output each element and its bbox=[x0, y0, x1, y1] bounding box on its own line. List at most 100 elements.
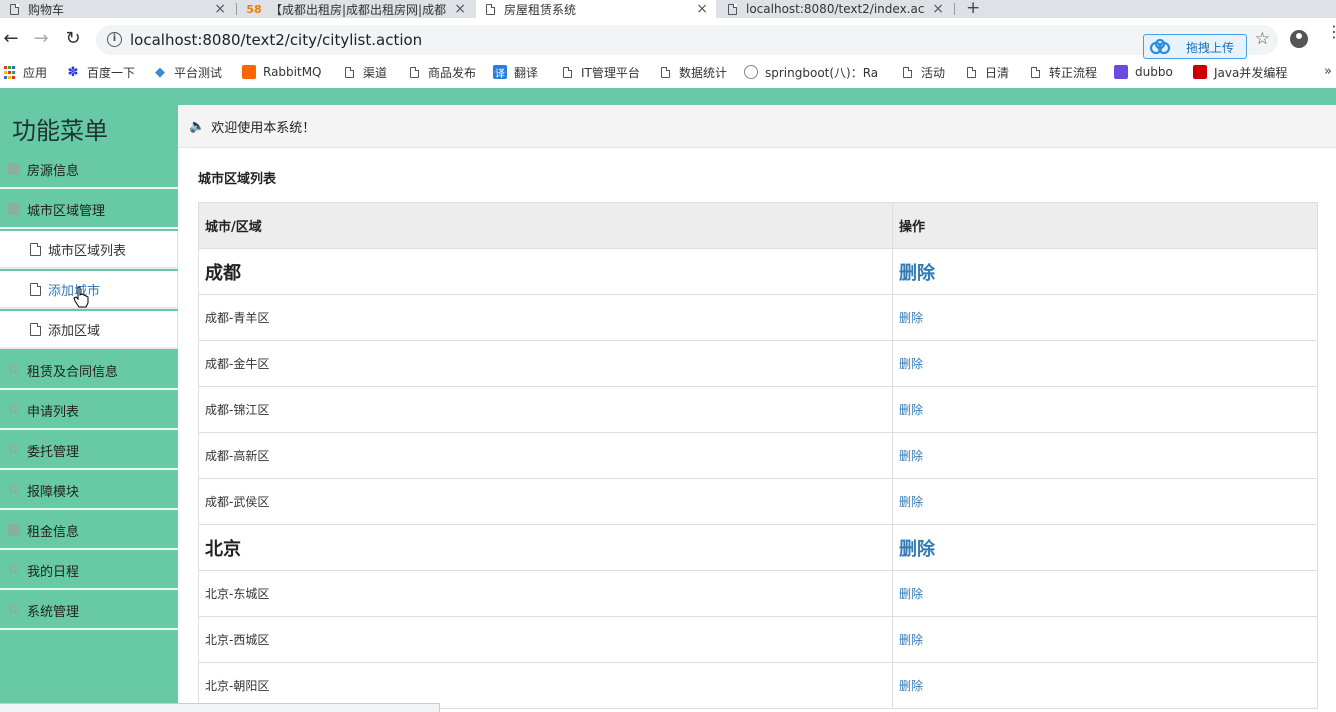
page-icon bbox=[407, 65, 421, 79]
bookmark-label: Java并发编程 bbox=[1214, 65, 1288, 80]
address-bar[interactable]: i localhost:8080/text2/city/citylist.act… bbox=[96, 25, 1278, 55]
delete-link[interactable]: 删除 bbox=[899, 357, 923, 371]
delete-link[interactable]: 删除 bbox=[899, 633, 923, 647]
delete-link[interactable]: 删除 bbox=[899, 587, 923, 601]
tab-rental-system[interactable]: 房屋租赁系统 × bbox=[476, 0, 716, 18]
page-icon bbox=[726, 3, 738, 15]
sidebar-subitem-add-area[interactable]: 添加区域 bbox=[0, 311, 178, 349]
star-icon[interactable]: ☆ bbox=[1255, 29, 1270, 49]
bookmark-label: 商品发布 bbox=[428, 65, 477, 80]
status-bar bbox=[0, 703, 440, 712]
bookmark-statistics[interactable]: 数据统计 bbox=[658, 64, 727, 80]
sidebar-subitem-add-city[interactable]: 添加城市 bbox=[0, 271, 178, 309]
bookmark-regularization[interactable]: 转正流程 bbox=[1028, 64, 1097, 80]
drag-upload-button[interactable]: 拖拽上传 bbox=[1143, 34, 1247, 59]
area-name-cell: 成都-高新区 bbox=[198, 432, 893, 479]
csdn-icon bbox=[1193, 65, 1207, 79]
table-row: 成都-金牛区 删除 bbox=[198, 340, 1318, 387]
tab-localhost-index[interactable]: localhost:8080/text2/index.act × bbox=[718, 0, 952, 18]
action-cell: 删除 bbox=[892, 340, 1318, 387]
sidebar-subitem-label: 城市区域列表 bbox=[48, 243, 127, 259]
sidebar-item-label: 委托管理 bbox=[27, 444, 80, 460]
sidebar-item-lease-contract[interactable]: ✿ 租赁及合同信息 bbox=[0, 352, 178, 390]
table-row: 北京-朝阳区 删除 bbox=[198, 662, 1318, 709]
forward-arrow-icon[interactable]: → bbox=[30, 28, 52, 50]
delete-link[interactable]: 删除 bbox=[899, 495, 923, 509]
page-icon bbox=[1028, 65, 1042, 79]
upload-label: 拖拽上传 bbox=[1186, 41, 1235, 55]
kebab-menu-icon[interactable]: ⋮ bbox=[1326, 24, 1336, 40]
browser-toolbar: ← → ↻ i localhost:8080/text2/city/cityli… bbox=[0, 18, 1336, 62]
baidu-paw-icon: ✽ bbox=[67, 64, 79, 80]
new-tab-button[interactable]: + bbox=[966, 0, 980, 17]
bookmark-platform-test[interactable]: ◆ 平台测试 bbox=[153, 64, 222, 80]
delete-link[interactable]: 删除 bbox=[899, 539, 935, 560]
page-icon bbox=[560, 65, 574, 79]
bookmarks-overflow-icon[interactable]: » bbox=[1324, 64, 1332, 79]
sidebar-item-label: 租赁及合同信息 bbox=[27, 364, 119, 380]
bookmark-label: 数据统计 bbox=[679, 65, 728, 80]
action-cell: 删除 bbox=[892, 524, 1318, 571]
sidebar: 功能菜单 房源信息 城市区域管理 城市区域列表 添加城市 添加区域 ✿ 租赁及合… bbox=[0, 105, 178, 712]
bookmark-label: dubbo bbox=[1135, 65, 1173, 79]
area-name-cell: 成都-武侯区 bbox=[198, 478, 893, 525]
table-header-row: 城市/区域 操作 bbox=[198, 202, 1318, 249]
gear-icon: ✿ bbox=[8, 482, 19, 497]
delete-link[interactable]: 删除 bbox=[899, 263, 935, 284]
bookmark-label: 活动 bbox=[921, 65, 946, 80]
close-icon[interactable]: × bbox=[932, 1, 944, 17]
sidebar-item-label: 我的日程 bbox=[27, 564, 80, 580]
bookmark-activity[interactable]: 活动 bbox=[900, 64, 945, 80]
bookmark-translate[interactable]: 译 翻译 bbox=[493, 64, 538, 80]
sidebar-item-entrust[interactable]: ✿ 委托管理 bbox=[0, 432, 178, 470]
bookmark-springboot[interactable]: springboot(八)：Ra bbox=[744, 64, 880, 80]
sidebar-item-label: 申请列表 bbox=[27, 404, 80, 420]
bookmark-java-concurrency[interactable]: Java并发编程 bbox=[1193, 64, 1287, 80]
bookmark-it-platform[interactable]: IT管理平台 bbox=[560, 64, 640, 80]
sidebar-item-repair[interactable]: ✿ 报障模块 bbox=[0, 472, 178, 510]
delete-link[interactable]: 删除 bbox=[899, 679, 923, 693]
close-icon[interactable]: × bbox=[214, 1, 226, 17]
sidebar-item-label: 系统管理 bbox=[27, 604, 80, 620]
city-name-cell: 成都 bbox=[198, 248, 893, 295]
sidebar-subitem-city-list[interactable]: 城市区域列表 bbox=[0, 231, 178, 269]
sidebar-item-system[interactable]: ✿ 系统管理 bbox=[0, 592, 178, 630]
sidebar-item-listings[interactable]: 房源信息 bbox=[0, 151, 178, 189]
page-icon bbox=[30, 282, 41, 296]
tab-title: 房屋租赁系统 bbox=[504, 2, 577, 17]
bookmark-dubbo[interactable]: dubbo bbox=[1114, 64, 1173, 80]
back-arrow-icon[interactable]: ← bbox=[0, 28, 22, 50]
bookmark-label: 转正流程 bbox=[1049, 65, 1098, 80]
table-row: 成都 删除 bbox=[198, 248, 1318, 295]
close-icon[interactable]: × bbox=[696, 1, 708, 17]
sidebar-item-applications[interactable]: ✿ 申请列表 bbox=[0, 392, 178, 430]
gear-icon: ✿ bbox=[8, 402, 19, 417]
sidebar-subitem-label: 添加区域 bbox=[48, 323, 101, 339]
bookmark-apps[interactable]: 应用 bbox=[2, 64, 47, 80]
gear-icon: ✿ bbox=[8, 602, 19, 617]
delete-link[interactable]: 删除 bbox=[899, 403, 923, 417]
translate-icon: 译 bbox=[493, 65, 507, 80]
gear-icon: ✿ bbox=[8, 442, 19, 457]
sidebar-item-schedule[interactable]: ✿ 我的日程 bbox=[0, 552, 178, 590]
tab-rental-listing[interactable]: 58 【成都出租房|成都出租房网|成都 × bbox=[238, 0, 474, 18]
bookmark-product-publish[interactable]: 商品发布 bbox=[407, 64, 476, 80]
sidebar-item-label: 租金信息 bbox=[27, 524, 80, 540]
bookmark-rabbitmq[interactable]: RabbitMQ bbox=[242, 64, 322, 80]
page-title: 城市区域列表 bbox=[198, 172, 277, 187]
sidebar-item-city-area[interactable]: 城市区域管理 bbox=[0, 191, 178, 229]
close-icon[interactable]: × bbox=[454, 1, 466, 17]
reload-icon[interactable]: ↻ bbox=[62, 28, 84, 50]
delete-link[interactable]: 删除 bbox=[899, 311, 923, 325]
square-icon bbox=[8, 203, 20, 215]
profile-avatar-icon[interactable] bbox=[1290, 30, 1308, 48]
bookmark-daily[interactable]: 日清 bbox=[964, 64, 1009, 80]
url-text[interactable]: localhost:8080/text2/city/citylist.actio… bbox=[130, 31, 422, 49]
bookmark-baidu[interactable]: ✽ 百度一下 bbox=[66, 64, 135, 80]
info-icon[interactable]: i bbox=[107, 32, 122, 47]
page-icon bbox=[8, 3, 20, 15]
tab-shopping-cart[interactable]: 购物车 × bbox=[0, 0, 234, 18]
sidebar-item-rent-info[interactable]: 租金信息 bbox=[0, 512, 178, 550]
bookmark-channel[interactable]: 渠道 bbox=[342, 64, 387, 80]
delete-link[interactable]: 删除 bbox=[899, 449, 923, 463]
